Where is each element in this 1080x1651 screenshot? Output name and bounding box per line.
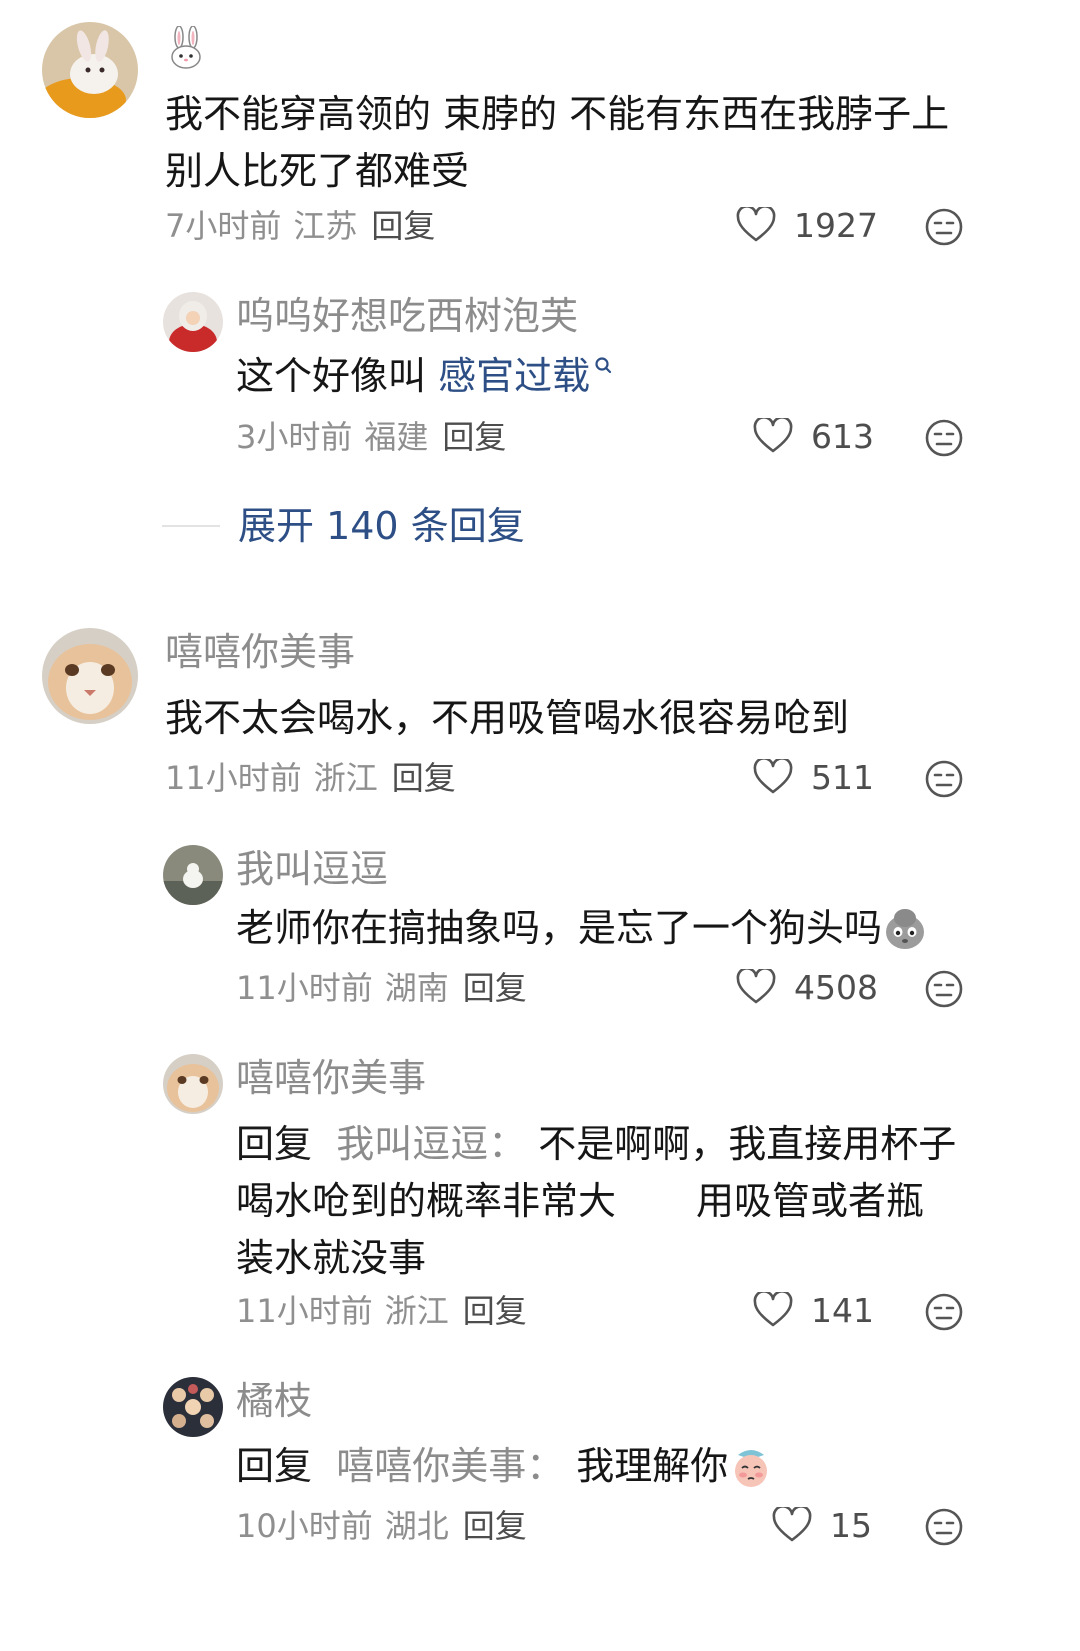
divider-line: [162, 525, 220, 527]
avatar[interactable]: [42, 22, 138, 118]
heart-icon: [753, 759, 793, 794]
cat-avatar-image: [42, 628, 138, 724]
like-count: 4508: [794, 967, 878, 1007]
neutral-face-icon: [925, 1508, 963, 1546]
comment-meta: 11小时前 浙江 回复: [165, 762, 456, 794]
mention-link[interactable]: 我叫逗逗：: [336, 1122, 526, 1166]
username[interactable]: 呜呜好想吃西树泡芙: [236, 297, 578, 335]
reply-text: 老师你在搞抽象吗，是忘了一个狗头吗: [236, 900, 928, 957]
expand-replies-button[interactable]: 展开 140 条回复: [162, 507, 525, 545]
sad-face-emoji-icon: [735, 1449, 768, 1487]
reply-meta: 11小时前 湖南 回复: [236, 972, 527, 1004]
username[interactable]: 嘻嘻你美事: [236, 1059, 426, 1097]
timestamp: 7小时前: [165, 207, 282, 245]
heart-icon: [753, 1292, 793, 1327]
like-button[interactable]: 141: [753, 1292, 874, 1328]
location: 福建: [364, 418, 429, 456]
expand-replies-label[interactable]: 展开 140 条回复: [238, 507, 525, 545]
like-button[interactable]: 1927: [736, 207, 878, 243]
group-avatar-image: [163, 1377, 223, 1437]
like-count: 15: [830, 1505, 872, 1545]
dog-avatar-image: [163, 845, 223, 905]
timestamp: 11小时前: [236, 1292, 373, 1330]
like-count: 141: [811, 1290, 874, 1330]
rabbit-emoji-icon: [168, 25, 204, 74]
mention-link[interactable]: 嘻嘻你美事：: [336, 1444, 564, 1488]
neutral-face-icon: [925, 208, 963, 246]
like-button[interactable]: 511: [753, 759, 874, 795]
reply-button[interactable]: 回复: [463, 969, 527, 1007]
location: 湖南: [384, 969, 449, 1007]
dislike-button[interactable]: [924, 418, 964, 458]
dislike-button[interactable]: [924, 1507, 964, 1547]
like-button[interactable]: 613: [753, 418, 874, 454]
reply-button[interactable]: 回复: [392, 759, 456, 797]
timestamp: 11小时前: [236, 969, 373, 1007]
rabbit-avatar-image: [42, 22, 138, 118]
timestamp: 11小时前: [165, 759, 302, 797]
timestamp: 3小时前: [236, 418, 353, 456]
reply-meta: 10小时前 湖北 回复: [236, 1510, 527, 1542]
reply-button[interactable]: 回复: [463, 1292, 527, 1330]
comment-text: 我不太会喝水，不用吸管喝水很容易呛到: [165, 696, 850, 740]
like-button[interactable]: 15: [772, 1507, 872, 1543]
username[interactable]: 橘枝: [236, 1382, 312, 1420]
reply-text: 回复 嘻嘻你美事： 我理解你: [236, 1438, 774, 1495]
cat-avatar-image: [163, 1054, 223, 1114]
avatar[interactable]: [42, 628, 138, 724]
like-count: 511: [811, 757, 874, 797]
username[interactable]: 我叫逗逗: [236, 850, 388, 888]
comment-text: 我不能穿高领的 束脖的 不能有东西在我脖子上 别人比死了都难受: [165, 92, 950, 193]
reply-text: 这个好像叫 感官过载: [236, 348, 612, 405]
comment-meta: 7小时前 江苏 回复: [165, 210, 435, 242]
avatar[interactable]: [163, 845, 223, 905]
reply-text: 回复 我叫逗逗： 不是啊啊，我直接用杯子 喝水呛到的概率非常大 用吸管或者瓶 装水…: [236, 1122, 957, 1280]
search-icon[interactable]: [594, 356, 612, 378]
timestamp: 10小时前: [236, 1507, 373, 1545]
reply-button[interactable]: 回复: [463, 1507, 527, 1545]
location: 江苏: [293, 207, 358, 245]
dislike-button[interactable]: [924, 207, 964, 247]
dislike-button[interactable]: [924, 759, 964, 799]
location: 湖北: [384, 1507, 449, 1545]
heart-icon: [736, 969, 776, 1004]
dislike-button[interactable]: [924, 1292, 964, 1332]
like-count: 1927: [794, 205, 878, 245]
neutral-face-icon: [925, 970, 963, 1008]
heart-icon: [772, 1507, 812, 1542]
neutral-face-icon: [925, 1293, 963, 1331]
like-button[interactable]: 4508: [736, 969, 878, 1005]
heart-icon: [736, 207, 776, 242]
username[interactable]: 嘻嘻你美事: [165, 633, 355, 671]
heart-icon: [753, 418, 793, 453]
search-link[interactable]: 感官过载: [438, 354, 590, 398]
reply-button[interactable]: 回复: [371, 207, 435, 245]
location: 浙江: [313, 759, 378, 797]
avatar[interactable]: [163, 292, 223, 352]
location: 浙江: [384, 1292, 449, 1330]
anime-avatar-image: [163, 292, 223, 352]
reply-button[interactable]: 回复: [442, 418, 506, 456]
neutral-face-icon: [925, 760, 963, 798]
reply-meta: 11小时前 浙江 回复: [236, 1295, 527, 1327]
reply-meta: 3小时前 福建 回复: [236, 421, 506, 453]
dog-head-emoji-icon: [886, 908, 925, 949]
like-count: 613: [811, 416, 874, 456]
dislike-button[interactable]: [924, 969, 964, 1009]
avatar[interactable]: [163, 1377, 223, 1437]
neutral-face-icon: [925, 419, 963, 457]
avatar[interactable]: [163, 1054, 223, 1114]
